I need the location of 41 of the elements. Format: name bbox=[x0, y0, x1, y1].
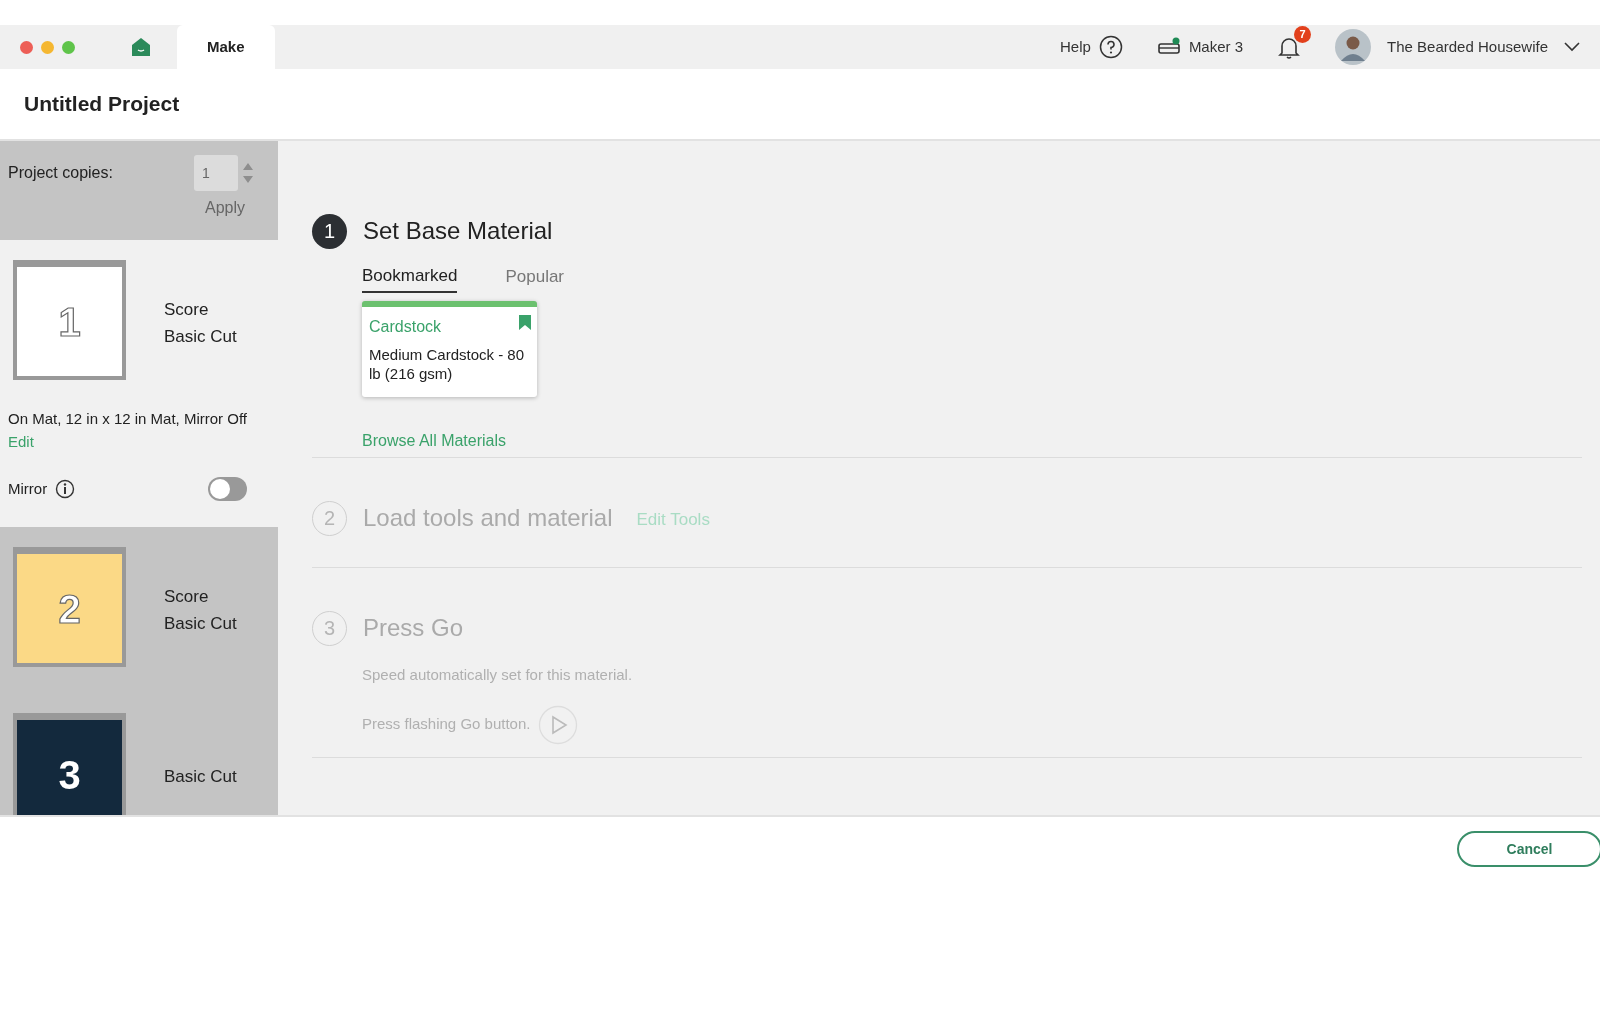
help-icon[interactable] bbox=[1098, 35, 1123, 59]
material-tab[interactable]: Bookmarked bbox=[362, 263, 458, 293]
machine-icon[interactable] bbox=[1156, 37, 1181, 57]
avatar-icon[interactable] bbox=[1335, 29, 1372, 65]
mat-number: 1 bbox=[58, 298, 81, 346]
notification-count: 7 bbox=[1294, 26, 1312, 43]
copies-label: Project copies: bbox=[8, 163, 113, 183]
mat-item[interactable]: 2 Score Basic Cut bbox=[0, 527, 278, 693]
operation-label: Score bbox=[164, 299, 210, 321]
material-category: Cardstock bbox=[369, 316, 442, 337]
info-icon bbox=[55, 479, 76, 499]
cancel-button[interactable]: Cancel bbox=[1457, 831, 1600, 867]
material-name: Medium Cardstock - 80 lb (216 gsm) bbox=[369, 344, 526, 383]
help-link[interactable]: Help bbox=[1060, 35, 1091, 59]
machine-name[interactable]: Maker 3 bbox=[1188, 35, 1244, 59]
step-title: Load tools and material bbox=[363, 503, 613, 533]
operation-label: Basic Cut bbox=[164, 613, 237, 635]
step-title: Press Go bbox=[363, 613, 464, 643]
window-control-icon[interactable] bbox=[62, 40, 75, 54]
mat-number: 2 bbox=[58, 585, 81, 633]
chevron-down-icon[interactable] bbox=[1564, 42, 1580, 52]
window-control-icon[interactable] bbox=[20, 40, 33, 54]
operation-label: Basic Cut bbox=[164, 766, 237, 788]
operation-label: Basic Cut bbox=[164, 326, 237, 348]
user-name[interactable]: The Bearded Housewife bbox=[1387, 35, 1548, 59]
step-title: Set Base Material bbox=[363, 216, 553, 246]
mirror-label: Mirror bbox=[8, 478, 48, 499]
mat-number: 3 bbox=[58, 751, 81, 799]
mat-item[interactable]: 3 Basic Cut bbox=[0, 693, 278, 815]
step-number: 1 bbox=[312, 213, 347, 249]
operation-label: Score bbox=[164, 586, 210, 608]
go-instruction: Press flashing Go button. bbox=[362, 714, 531, 735]
material-card[interactable]: Cardstock Medium Cardstock - 80 lb (216 gsm) bbox=[362, 300, 537, 397]
mat-summary: On Mat, 12 in x 12 in Mat, Mirror Off bbox=[8, 409, 247, 429]
mirror-toggle[interactable] bbox=[207, 477, 247, 501]
bookmark-icon[interactable] bbox=[519, 314, 531, 330]
play-icon bbox=[538, 704, 579, 745]
material-tab[interactable]: Popular bbox=[505, 263, 565, 293]
speed-note: Speed automatically set for this material. bbox=[361, 665, 634, 685]
home-icon bbox=[131, 37, 151, 57]
make-tab[interactable]: Make bbox=[177, 25, 275, 69]
